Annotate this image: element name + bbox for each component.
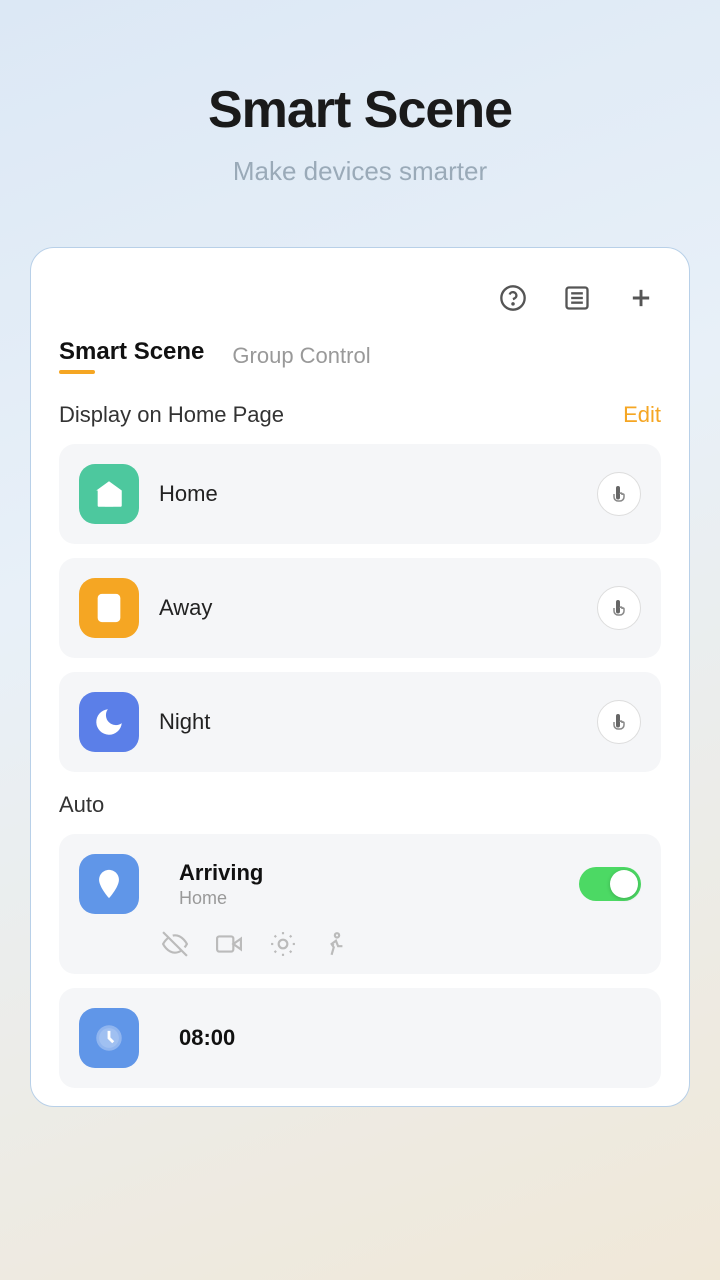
- auto-section-title: Auto: [59, 792, 661, 818]
- page-title: Smart Scene: [40, 80, 680, 140]
- scene-icon-away: [79, 578, 139, 638]
- header: Smart Scene Make devices smarter: [0, 0, 720, 227]
- scene-name-night: Night: [159, 709, 597, 735]
- edit-button[interactable]: Edit: [623, 402, 661, 428]
- condition-icons: [79, 928, 641, 960]
- time-icon: [79, 1008, 139, 1068]
- toolbar: [59, 268, 661, 338]
- tabs-row: Smart Scene Group Control: [59, 338, 661, 374]
- display-section-header: Display on Home Page Edit: [59, 402, 661, 428]
- arriving-toggle[interactable]: [579, 867, 641, 901]
- display-section-title: Display on Home Page: [59, 402, 284, 428]
- arriving-icon: [79, 854, 139, 914]
- motion-icon: [267, 928, 299, 960]
- scene-name-home: Home: [159, 481, 597, 507]
- tab-smart-scene[interactable]: Smart Scene: [59, 338, 204, 374]
- auto-item-arriving[interactable]: Arriving Home: [59, 834, 661, 974]
- tap-button-night[interactable]: [597, 700, 641, 744]
- arriving-info: Arriving Home: [179, 860, 579, 909]
- main-card: Smart Scene Group Control Display on Hom…: [30, 247, 690, 1107]
- scene-name-away: Away: [159, 595, 597, 621]
- tab-group-control[interactable]: Group Control: [232, 343, 370, 369]
- scene-item-night[interactable]: Night: [59, 672, 661, 772]
- scene-icon-home: [79, 464, 139, 524]
- auto-section: Auto Arriving Home: [59, 792, 661, 1088]
- auto-item-time[interactable]: 08:00: [59, 988, 661, 1088]
- arriving-sub: Home: [179, 888, 579, 909]
- scene-item-home[interactable]: Home: [59, 444, 661, 544]
- scene-icon-night: [79, 692, 139, 752]
- tap-button-home[interactable]: [597, 472, 641, 516]
- video-icon: [213, 928, 245, 960]
- page-subtitle: Make devices smarter: [40, 156, 680, 187]
- tap-button-away[interactable]: [597, 586, 641, 630]
- list-icon[interactable]: [557, 278, 597, 318]
- help-icon[interactable]: [493, 278, 533, 318]
- time-value: 08:00: [179, 1025, 235, 1051]
- walk-icon: [321, 928, 353, 960]
- scene-item-away[interactable]: Away: [59, 558, 661, 658]
- arriving-name: Arriving: [179, 860, 579, 886]
- eye-off-icon: [159, 928, 191, 960]
- auto-item-top: Arriving Home: [79, 854, 641, 914]
- add-icon[interactable]: [621, 278, 661, 318]
